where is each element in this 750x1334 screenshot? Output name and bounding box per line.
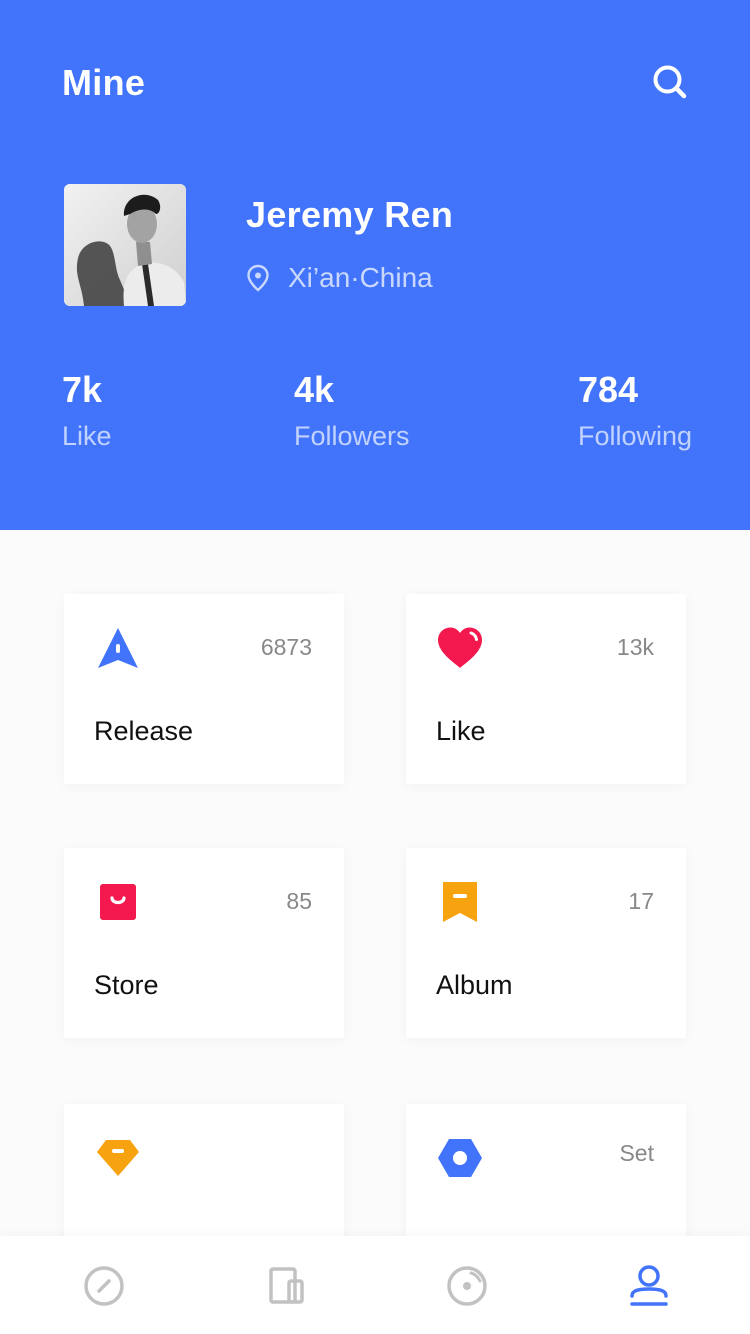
store-bag-icon <box>94 878 142 926</box>
card-label: Store <box>94 970 159 1000</box>
card-count: 17 <box>628 888 654 914</box>
location-pin-icon <box>246 264 270 292</box>
release-icon <box>94 624 142 672</box>
card-album[interactable]: 17 Album <box>406 848 686 1038</box>
tab-music[interactable] <box>443 1262 491 1310</box>
card-label: Release <box>94 716 194 746</box>
stat-value: 784 <box>578 369 639 410</box>
card-count: 85 <box>286 888 312 914</box>
stat-label: Like <box>62 421 112 451</box>
search-button[interactable] <box>646 58 694 106</box>
diamond-icon <box>94 1134 142 1182</box>
tablet-icon <box>269 1267 304 1304</box>
card-label: Like <box>436 716 486 746</box>
card-like[interactable]: 13k Like <box>406 594 686 784</box>
user-name: Jeremy Ren <box>246 194 454 235</box>
tab-bar <box>0 1236 750 1334</box>
user-icon <box>630 1265 668 1306</box>
stat-label: Following <box>578 421 693 451</box>
stat-followers[interactable]: 4k Followers <box>294 370 410 452</box>
disc-icon <box>447 1266 487 1306</box>
avatar[interactable] <box>64 184 186 306</box>
profile-header: Mine Jeremy Ren Xi’an·China 7k Like 4k F… <box>0 0 750 530</box>
card-count: 6873 <box>260 634 312 660</box>
location: Xi’an·China <box>246 262 433 294</box>
card-store[interactable]: 85 Store <box>64 848 344 1038</box>
card-count: 13k <box>616 634 654 660</box>
stat-value: 4k <box>294 369 335 410</box>
location-text: Xi’an·China <box>288 262 433 293</box>
heart-icon <box>436 624 484 672</box>
compass-icon <box>84 1266 124 1306</box>
stat-value: 7k <box>62 369 103 410</box>
tab-mine[interactable] <box>625 1262 673 1310</box>
card-release[interactable]: 6873 Release <box>64 594 344 784</box>
tab-discover[interactable] <box>80 1262 128 1310</box>
stat-like[interactable]: 7k Like <box>62 370 112 452</box>
page-title: Mine <box>62 62 146 103</box>
settings-hexagon-icon <box>436 1134 484 1182</box>
tab-reader[interactable] <box>262 1262 310 1310</box>
search-icon <box>653 65 687 99</box>
card-count: Set <box>619 1140 654 1166</box>
stat-following[interactable]: 784 Following <box>578 370 692 452</box>
stat-label: Followers <box>294 421 410 451</box>
bookmark-icon <box>436 878 484 926</box>
card-label: Album <box>436 970 513 1000</box>
